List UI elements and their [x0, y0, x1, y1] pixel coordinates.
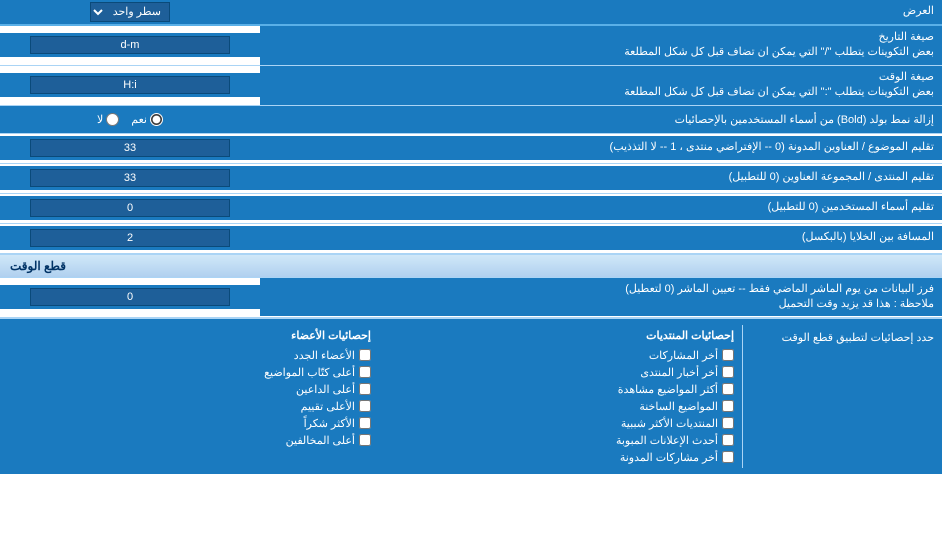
- display-select-area: سطر واحد سطران ثلاثة أسطر: [0, 0, 260, 24]
- checkbox-top-rated: الأعلى تقييم: [8, 400, 371, 413]
- forum-stats-col: إحصائيات المنتديات أخر المشاركات أخر أخب…: [371, 329, 734, 464]
- display-label: العرض: [260, 0, 942, 24]
- time-format-field[interactable]: [30, 76, 230, 94]
- checkbox-new-members: الأعضاء الجدد: [8, 349, 371, 362]
- top-topic-writers-checkbox[interactable]: [359, 366, 371, 378]
- topic-titles-input-area: [0, 136, 260, 160]
- top-inviters-checkbox[interactable]: [359, 383, 371, 395]
- time-format-input-area: [0, 73, 260, 97]
- checkbox-most-thanked: الأكثر شكراً: [8, 417, 371, 430]
- usernames-label: تقليم أسماء المستخدمين (0 للتطبيل): [260, 196, 942, 219]
- bold-yes-label[interactable]: نعم: [131, 113, 163, 126]
- bold-no-radio[interactable]: [106, 113, 119, 126]
- top-referrers-checkbox[interactable]: [359, 434, 371, 446]
- cutoff-label: فرز البيانات من يوم الماشر الماضي فقط --…: [260, 278, 942, 317]
- checkbox-latest-announcements: أحدث الإعلانات المبوبة: [371, 434, 734, 447]
- date-format-field[interactable]: [30, 36, 230, 54]
- checkbox-columns: إحصائيات المنتديات أخر المشاركات أخر أخب…: [0, 325, 742, 468]
- checkbox-hot-topics: المواضيع الساخنة: [371, 400, 734, 413]
- most-thanked-checkbox[interactable]: [359, 417, 371, 429]
- checkbox-top-referrers: أعلى المخالفين: [8, 434, 371, 447]
- stats-define-label: حدد إحصائيات لتطبيق قطع الوقت: [742, 325, 942, 468]
- checkbox-latest-news: أخر أخبار المنتدى: [371, 366, 734, 379]
- forum-stats-header: إحصائيات المنتديات: [371, 329, 734, 342]
- cutoff-field[interactable]: [30, 288, 230, 306]
- most-viewed-checkbox[interactable]: [722, 383, 734, 395]
- bold-radio-options: نعم لا: [0, 110, 260, 129]
- date-format-label: صيغة التاريخ بعض التكوينات يتطلب "/" الت…: [260, 26, 942, 65]
- checkbox-top-topic-writers: أعلى كتّاب المواضيع: [8, 366, 371, 379]
- date-format-input-area: [0, 33, 260, 57]
- checkbox-top-inviters: أعلى الداعين: [8, 383, 371, 396]
- new-members-checkbox[interactable]: [359, 349, 371, 361]
- bold-label: إزالة نمط بولد (Bold) من أسماء المستخدمي…: [260, 109, 942, 130]
- cutoff-input-area: [0, 285, 260, 309]
- stats-checkboxes-area: حدد إحصائيات لتطبيق قطع الوقت إحصائيات ا…: [0, 318, 942, 474]
- time-format-label: صيغة الوقت بعض التكوينات يتطلب ":" التي …: [260, 66, 942, 105]
- cell-spacing-field[interactable]: [30, 229, 230, 247]
- usernames-field[interactable]: [30, 199, 230, 217]
- hot-topics-checkbox[interactable]: [722, 400, 734, 412]
- bold-no-label[interactable]: لا: [97, 113, 119, 126]
- cutoff-section-header: قطع الوقت: [0, 254, 942, 278]
- display-dropdown[interactable]: سطر واحد سطران ثلاثة أسطر: [90, 2, 170, 22]
- checkbox-similar-forums: المنتديات الأكثر شببية: [371, 417, 734, 430]
- topic-titles-field[interactable]: [30, 139, 230, 157]
- forum-titles-field[interactable]: [30, 169, 230, 187]
- checkbox-most-viewed: أكثر المواضيع مشاهدة: [371, 383, 734, 396]
- latest-news-checkbox[interactable]: [722, 366, 734, 378]
- checkbox-latest-posts: أخر المشاركات: [371, 349, 734, 362]
- usernames-input-area: [0, 196, 260, 220]
- bold-yes-radio[interactable]: [150, 113, 163, 126]
- top-rated-checkbox[interactable]: [359, 400, 371, 412]
- latest-posts-checkbox[interactable]: [722, 349, 734, 361]
- checkbox-latest-pinned: أخر مشاركات المدونة: [371, 451, 734, 464]
- cell-spacing-label: المسافة بين الخلايا (بالبكسل): [260, 226, 942, 249]
- member-stats-header: إحصائيات الأعضاء: [8, 329, 371, 342]
- similar-forums-checkbox[interactable]: [722, 417, 734, 429]
- latest-pinned-checkbox[interactable]: [722, 451, 734, 463]
- forum-titles-input-area: [0, 166, 260, 190]
- cell-spacing-input-area: [0, 226, 260, 250]
- forum-titles-label: تقليم المنتدى / المجموعة العناوين (0 للت…: [260, 166, 942, 189]
- topic-titles-label: تقليم الموضوع / العناوين المدونة (0 -- ا…: [260, 136, 942, 159]
- latest-announcements-checkbox[interactable]: [722, 434, 734, 446]
- member-stats-col: إحصائيات الأعضاء الأعضاء الجدد أعلى كتّا…: [8, 329, 371, 464]
